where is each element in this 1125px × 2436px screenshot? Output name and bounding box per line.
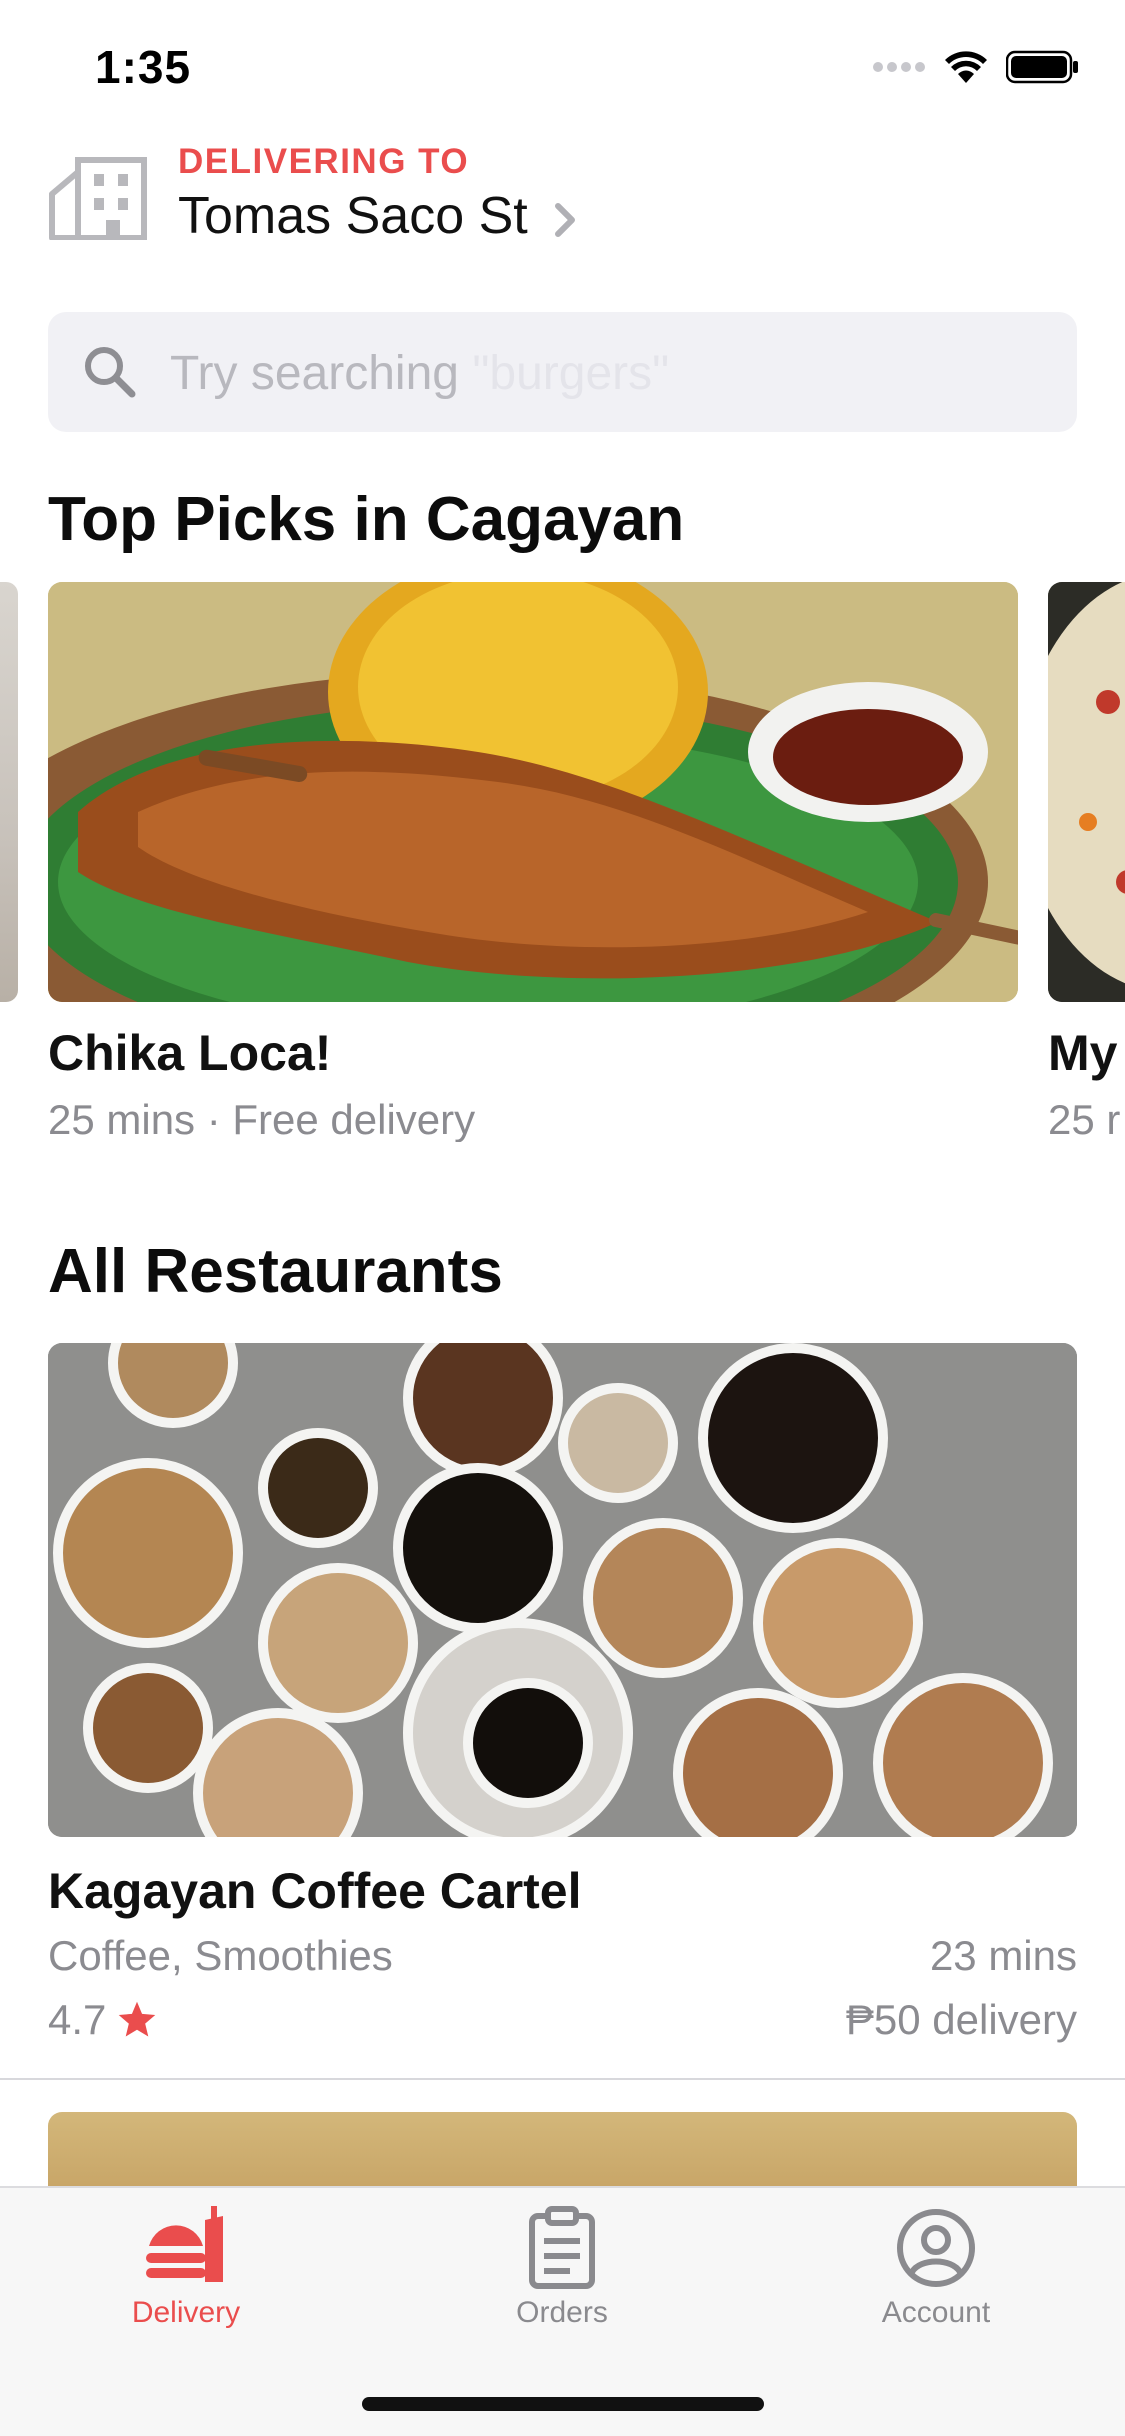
delivering-to-label: DELIVERING TO	[178, 142, 470, 181]
restaurant-rating: 4.7	[48, 1996, 158, 2044]
search-icon	[85, 347, 136, 398]
noodles-illustration	[1048, 582, 1125, 1002]
coffee-restaurant-image[interactable]	[48, 1343, 1077, 1837]
search-placeholder-example: "burgers"	[472, 347, 670, 400]
search-bar[interactable]: Try searching "burgers"	[48, 312, 1077, 432]
delivery-icon	[146, 2206, 223, 2282]
all-restaurants-title: All Restaurants	[48, 1237, 503, 1306]
tab-label: Orders	[516, 2296, 608, 2329]
battery-icon	[1006, 50, 1078, 84]
tab-orders[interactable]: Orders	[442, 2206, 682, 2330]
search-placeholder-text: Try searching	[170, 347, 459, 400]
restaurant-delivery-fee: ₱50 delivery	[845, 1996, 1077, 2043]
signal-icon	[873, 62, 925, 72]
wifi-icon	[945, 51, 987, 83]
search-input[interactable]: Try searching "burgers"	[170, 346, 669, 401]
restaurant-name[interactable]: Kagayan Coffee Cartel	[48, 1862, 582, 1920]
card-meta: 25 mins · Free delivery	[48, 1096, 476, 1142]
tab-label: Account	[881, 2296, 991, 2329]
previous-card-image[interactable]	[0, 582, 18, 1002]
building-icon	[49, 157, 147, 240]
card-meta: 25 r	[1048, 1096, 1121, 1142]
list-divider	[0, 2078, 1125, 2080]
home-indicator[interactable]	[362, 2397, 764, 2411]
chicken-illustration	[48, 582, 1018, 1002]
account-icon	[897, 2209, 975, 2287]
rating-value: 4.7	[48, 1996, 107, 2043]
star-icon	[119, 2001, 156, 2037]
delivery-address-header[interactable]: DELIVERING TO Tomas Saco St	[48, 140, 1078, 260]
clipboard-icon	[529, 2206, 595, 2289]
card-title[interactable]: Chika Loca!	[48, 1024, 1018, 1082]
restaurant-card-chika-loca[interactable]: Chika Loca! 25 mins · Free delivery	[48, 582, 1018, 1142]
restaurant-delivery-time: 23 mins	[929, 1932, 1077, 1979]
status-bar: 1:35	[0, 0, 1125, 136]
tab-label: Delivery	[131, 2296, 241, 2329]
chevron-right-icon[interactable]	[550, 200, 580, 240]
chicken-dish-image[interactable]	[48, 582, 1018, 1002]
coffee-cups-illustration	[48, 1343, 1077, 1837]
noodles-dish-image[interactable]	[1048, 582, 1125, 1002]
card-title[interactable]: My	[1048, 1024, 1125, 1082]
top-picks-carousel[interactable]: Chika Loca! 25 mins · Free delivery My 2…	[0, 582, 1125, 1142]
tab-delivery[interactable]: Delivery	[66, 2206, 306, 2330]
tab-account[interactable]: Account	[816, 2206, 1056, 2330]
restaurant-card-next[interactable]: My 25 r	[1048, 582, 1125, 1142]
top-picks-title: Top Picks in Cagayan	[48, 485, 685, 554]
status-icons	[872, 50, 1080, 84]
restaurant-cuisine: Coffee, Smoothies	[48, 1932, 393, 1979]
delivery-address[interactable]: Tomas Saco St	[178, 186, 528, 246]
status-time: 1:35	[95, 41, 192, 93]
